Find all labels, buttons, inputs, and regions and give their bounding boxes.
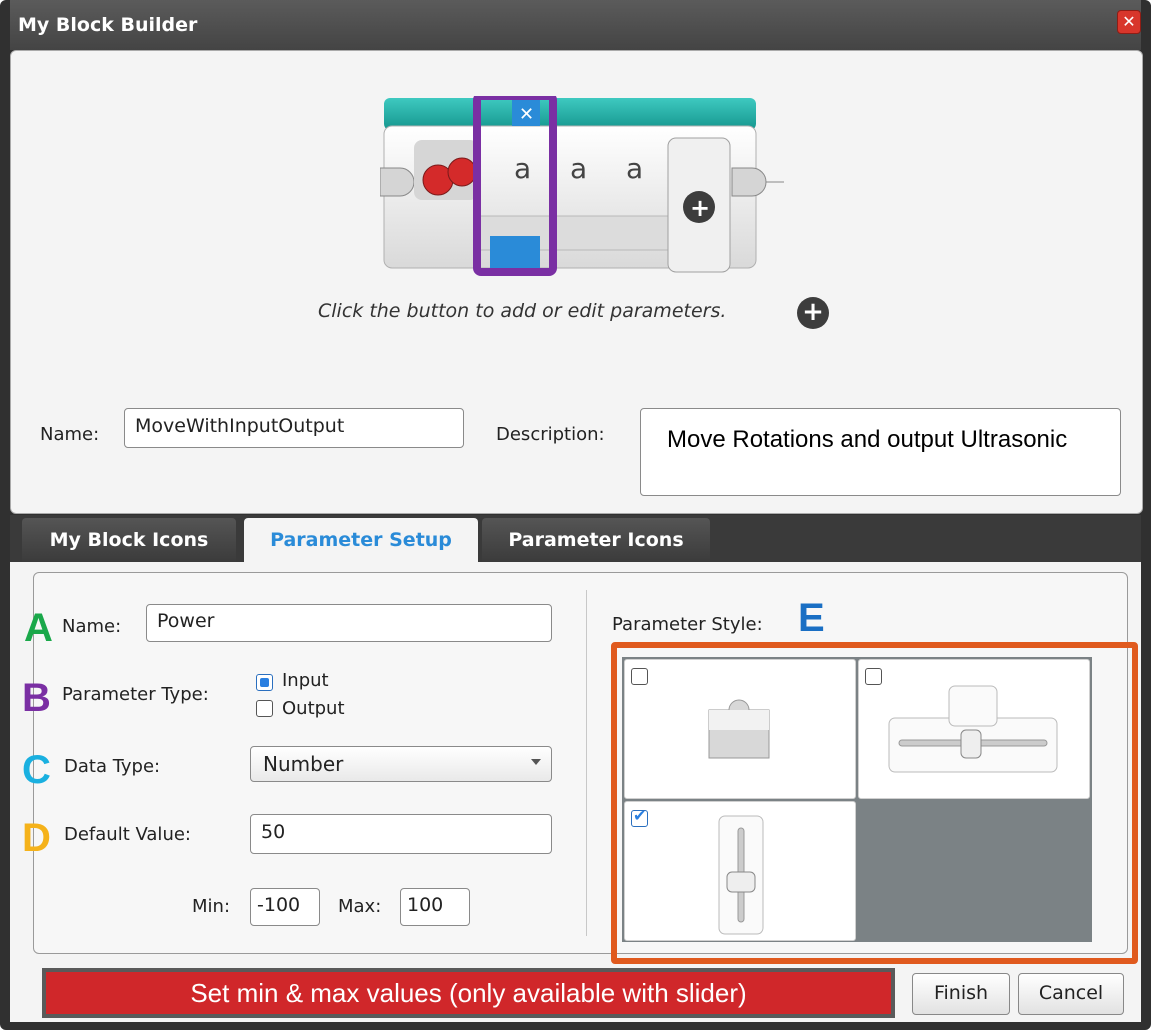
- param-name-input[interactable]: Power: [146, 604, 552, 642]
- output-type-label: Output: [282, 698, 345, 719]
- param-name-label: Name:: [62, 616, 122, 637]
- finish-button[interactable]: Finish: [912, 973, 1010, 1015]
- motor-icon: [414, 140, 478, 200]
- data-type-value: Number: [263, 752, 344, 776]
- param-slot-2: a: [570, 152, 587, 185]
- my-block-preview: a a a ✕ +: [380, 96, 784, 276]
- param-letter-2: a: [570, 152, 587, 185]
- selected-param-input[interactable]: [490, 236, 540, 270]
- param-slot-3: a: [626, 152, 643, 185]
- min-value-input[interactable]: -100: [250, 888, 320, 926]
- annotation-letter-d: D: [22, 816, 51, 860]
- parameter-style-highlight: [611, 642, 1138, 964]
- close-button[interactable]: ✕: [1117, 10, 1141, 34]
- input-connector: [380, 167, 415, 197]
- description-label: Description:: [496, 424, 605, 445]
- panel-divider: [586, 590, 587, 936]
- annotation-letter-a: A: [24, 606, 53, 650]
- min-label: Min:: [192, 896, 231, 917]
- annotation-letter-c: C: [22, 748, 51, 792]
- tab-parameter-setup[interactable]: Parameter Setup: [244, 518, 478, 562]
- param-letter-1: a: [514, 152, 531, 185]
- tab-my-block-icons[interactable]: My Block Icons: [22, 518, 236, 562]
- max-value-input[interactable]: 100: [400, 888, 470, 926]
- min-max-annotation-banner: Set min & max values (only available wit…: [42, 968, 895, 1018]
- window-title: My Block Builder: [18, 14, 198, 36]
- input-type-radio[interactable]: [256, 674, 273, 691]
- add-param-icon: +: [690, 194, 710, 222]
- cancel-button[interactable]: Cancel: [1018, 973, 1124, 1015]
- edit-params-hint: Click the button to add or edit paramete…: [318, 300, 727, 322]
- block-header: [384, 98, 756, 130]
- parameter-style-label: Parameter Style:: [612, 614, 763, 635]
- data-type-select[interactable]: Number: [250, 746, 552, 782]
- param-delete-icon: ✕: [519, 104, 534, 125]
- default-value-input[interactable]: 50: [250, 814, 552, 854]
- input-type-label: Input: [282, 670, 329, 691]
- block-name-input[interactable]: MoveWithInputOutput: [124, 408, 464, 448]
- annotation-letter-e: E: [798, 596, 825, 640]
- chevron-down-icon: [531, 759, 541, 765]
- max-label: Max:: [338, 896, 382, 917]
- param-type-label: Parameter Type:: [62, 684, 209, 705]
- annotation-letter-b: B: [22, 676, 51, 720]
- output-type-radio[interactable]: [256, 700, 273, 717]
- add-parameter-button[interactable]: +: [797, 297, 829, 329]
- block-name-label: Name:: [40, 424, 100, 445]
- param-slot-1: a: [514, 152, 531, 185]
- default-value-label: Default Value:: [64, 824, 191, 845]
- tab-parameter-icons[interactable]: Parameter Icons: [482, 518, 710, 562]
- output-connector: [731, 167, 784, 197]
- description-input[interactable]: Move Rotations and output Ultrasonic: [640, 408, 1121, 496]
- param-letter-3: a: [626, 152, 643, 185]
- data-type-label: Data Type:: [64, 756, 161, 777]
